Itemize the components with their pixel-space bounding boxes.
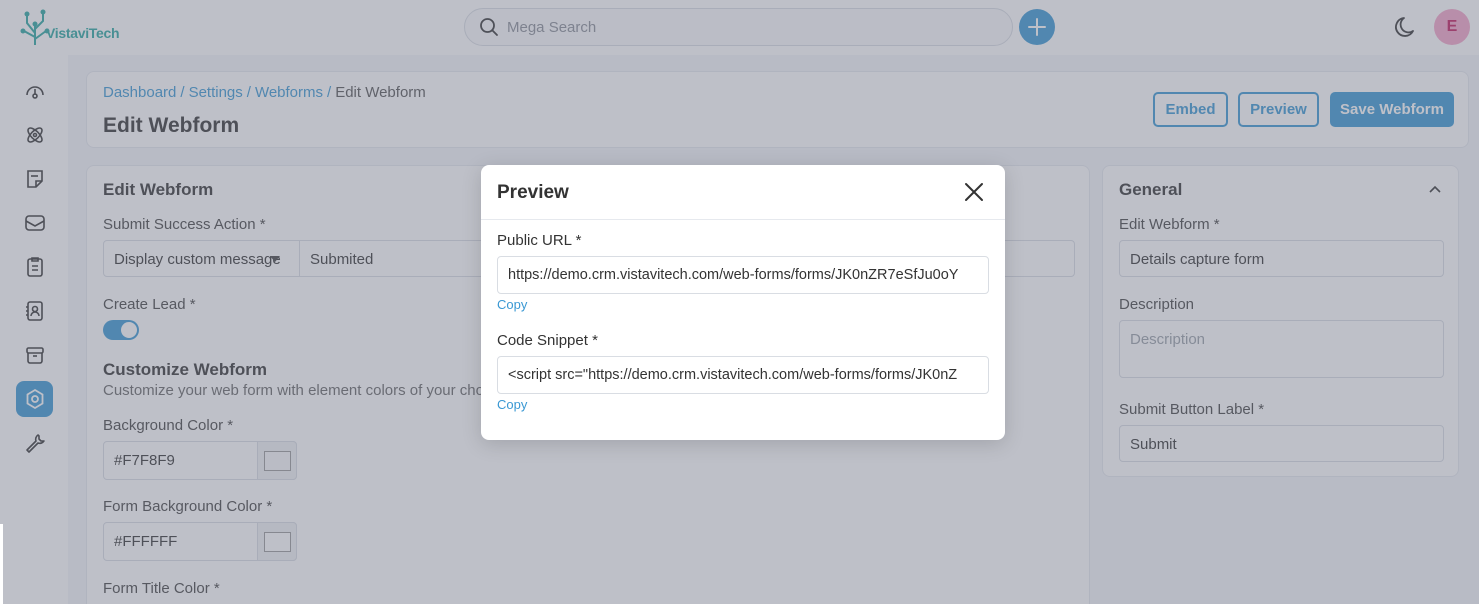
code-snippet-label: Code Snippet * [497, 332, 598, 349]
public-url-input[interactable]: https://demo.crm.vistavitech.com/web-for… [497, 256, 989, 294]
edge-strip [0, 524, 3, 604]
modal-title: Preview [497, 182, 569, 203]
copy-url-link[interactable]: Copy [497, 297, 527, 312]
code-snippet-input[interactable]: <script src="https://demo.crm.vistavitec… [497, 356, 989, 394]
modal-header: Preview [481, 165, 1005, 220]
copy-snippet-link[interactable]: Copy [497, 397, 527, 412]
preview-modal: Preview Public URL * https://demo.crm.vi… [481, 165, 1005, 440]
close-icon[interactable] [963, 181, 985, 203]
public-url-label: Public URL * [497, 232, 582, 249]
